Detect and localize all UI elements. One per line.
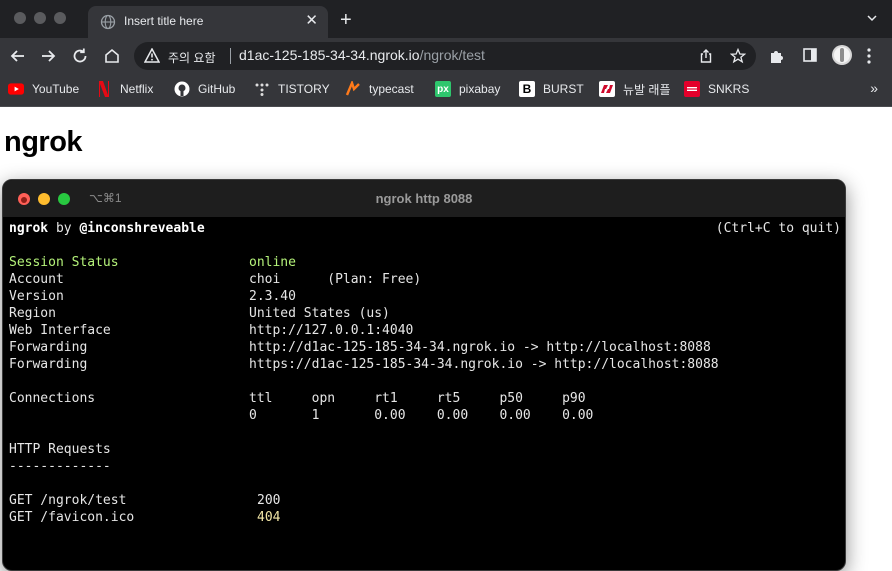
window-minimize-button[interactable] [34,12,46,24]
home-icon[interactable] [102,46,122,66]
ngrok-header: ngrok by @inconshreveable [9,220,205,237]
bookmark-label: YouTube [32,82,80,96]
bookmark-youtube[interactable]: YouTube [8,80,79,98]
bookmark-label: TISTORY [278,82,330,96]
extensions-icon[interactable] [768,47,786,65]
github-icon [174,81,190,97]
url-host: d1ac-125-185-34-34.ngrok.io [239,47,420,63]
profile-avatar[interactable] [831,44,853,66]
info-value: 2.3.40 [249,289,296,304]
bookmark-label: GitHub [198,82,236,96]
menu-kebab-icon[interactable] [866,47,872,65]
bookmark-label: typecast [369,82,414,96]
window-maximize-button[interactable] [54,12,66,24]
request-path: GET /favicon.ico [9,510,135,525]
forward-icon[interactable] [38,46,58,66]
request-status: 404 [257,510,281,525]
info-label: Region [9,306,56,321]
bookmark-label: 뉴발 래플 [623,82,671,97]
bookmark-label: SNKRS [708,82,750,96]
bookmark-snkrs[interactable]: SNKRS [684,80,749,98]
toolbar: 주의 요함 d1ac-125-185-34-34.ngrok.io/ngrok/… [0,38,892,74]
tab-active[interactable]: Insert title here ✕ [88,6,328,38]
window-close-button[interactable] [14,12,26,24]
connections-label: Connections [9,391,96,406]
info-value: choi (Plan: Free) [249,272,422,287]
url-path: /ngrok/test [419,47,485,63]
bookmark-pixabay[interactable]: px pixabay [435,80,500,98]
bookmark-label: pixabay [459,82,501,96]
ngrok-by: by [48,221,80,236]
quit-hint: (Ctrl+C to quit) [715,221,841,236]
info-label: Forwarding [9,357,88,372]
info-label: Forwarding [9,340,88,355]
bookmark-label: BURST [543,82,584,96]
info-value: https://d1ac-125-185-34-34.ngrok.io -> h… [249,357,719,372]
netflix-icon [96,81,112,97]
terminal-window: ⌥⌘1 ngrok http 8088 ngrok by @inconshrev… [2,179,846,571]
share-icon[interactable] [698,48,714,64]
http-requests-label: HTTP Requests [9,442,111,457]
ngrok-author: @inconshreveable [79,221,205,236]
bookmark-tistory[interactable]: TISTORY [254,80,330,98]
bookmark-label: Netflix [120,82,154,96]
star-icon[interactable] [730,48,746,64]
pixabay-icon: px [435,81,451,97]
page-title: ngrok [4,126,83,158]
omnibox-divider [230,48,231,64]
tistory-icon [254,81,270,97]
warning-icon[interactable] [144,48,160,63]
side-panel-icon[interactable] [802,47,818,63]
close-icon[interactable]: ✕ [305,12,318,30]
bookmark-typecast[interactable]: typecast [345,80,414,98]
browser-window: Insert title here ✕ + 주의 요함 d1ac-125-185… [0,0,892,107]
typecast-icon [345,81,361,97]
chevron-down-icon[interactable] [866,12,878,24]
info-label: Account [9,272,64,287]
connections-values: 0 1 0.00 0.00 0.00 0.00 [249,408,594,423]
session-status-value: online [249,255,296,270]
bookmark-netflix[interactable]: Netflix [96,80,153,98]
info-value: United States (us) [249,306,390,321]
url-text[interactable]: d1ac-125-185-34-34.ngrok.io/ngrok/test [239,47,485,63]
http-requests-rule: ------------- [9,459,111,474]
info-label: Web Interface [9,323,111,338]
newbalance-icon [599,81,615,97]
back-icon[interactable] [8,46,28,66]
request-status: 200 [257,493,281,508]
youtube-icon [8,81,24,97]
connections-headers: ttl opn rt1 rt5 p50 p90 [249,391,586,406]
bookmark-burst[interactable]: B BURST [519,80,584,98]
tab-title: Insert title here [124,14,204,28]
more-bookmarks-icon[interactable]: » [870,80,878,96]
terminal-title: ngrok http 8088 [375,191,473,206]
info-value: http://127.0.0.1:4040 [249,323,414,338]
session-status-label: Session Status [9,255,119,270]
burst-icon: B [519,81,535,97]
terminal-title-bar: ⌥⌘1 ngrok http 8088 [3,180,845,217]
request-path: GET /ngrok/test [9,493,127,508]
new-tab-button[interactable]: + [340,8,352,32]
bookmarks-bar: YouTube Netflix GitHub TISTORY typecast … [0,74,892,107]
reload-icon[interactable] [70,46,90,66]
snkrs-icon [684,81,700,97]
globe-icon [100,14,116,30]
info-label: Version [9,289,64,304]
bookmark-github[interactable]: GitHub [174,80,235,98]
address-bar[interactable]: 주의 요함 d1ac-125-185-34-34.ngrok.io/ngrok/… [134,42,756,70]
bookmark-newbalance[interactable]: 뉴발 래플 [599,80,671,98]
tab-strip: Insert title here ✕ + [0,0,892,38]
info-value: http://d1ac-125-185-34-34.ngrok.io -> ht… [249,340,711,355]
ngrok-brand: ngrok [9,221,49,236]
security-warning-text[interactable]: 주의 요함 [168,49,216,66]
